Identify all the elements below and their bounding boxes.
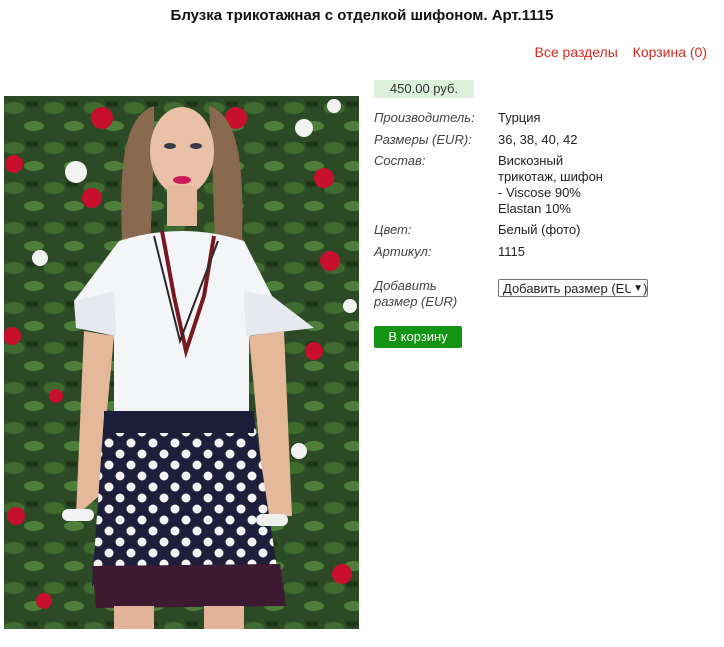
- attr-value-line: - Viscose 90%: [498, 185, 581, 200]
- add-size-label: Добавить размер (EUR): [374, 278, 492, 310]
- cart-link[interactable]: Корзина (0): [633, 44, 707, 60]
- attr-label: Артикул:: [374, 244, 432, 259]
- product-photo: [4, 96, 359, 629]
- page-title: Блузка трикотажная с отделкой шифоном. А…: [170, 7, 554, 24]
- product-photo-image: [4, 96, 359, 629]
- attr-value-line: Вискозный: [498, 153, 564, 168]
- attr-value: Белый (фото): [498, 222, 581, 237]
- attr-value: 36, 38, 40, 42: [498, 132, 578, 147]
- attr-value-line: трикотаж, шифон: [498, 169, 603, 184]
- price-badge: 450.00 руб.: [374, 80, 474, 98]
- add-to-cart-button[interactable]: В корзину: [374, 326, 462, 348]
- add-size-label-line: размер (EUR): [374, 294, 458, 309]
- attr-label: Состав:: [374, 153, 426, 168]
- attr-label: Цвет:: [374, 222, 412, 237]
- attr-value-line: Elastan 10%: [498, 201, 571, 216]
- attr-label: Размеры (EUR):: [374, 132, 472, 147]
- size-select-value: Добавить размер (EUR): [503, 281, 648, 296]
- all-sections-link[interactable]: Все разделы: [535, 44, 618, 60]
- attr-label: Производитель:: [374, 110, 475, 125]
- add-size-label-line: Добавить: [374, 278, 437, 293]
- attr-value: 1115: [498, 244, 525, 259]
- attr-value: Вискозный трикотаж, шифон - Viscose 90% …: [498, 153, 628, 217]
- size-select[interactable]: Добавить размер (EUR) ▼: [498, 279, 648, 297]
- chevron-down-icon: ▼: [631, 280, 643, 296]
- attr-value: Турция: [498, 110, 541, 125]
- top-nav: Все разделы Корзина (0): [524, 44, 707, 60]
